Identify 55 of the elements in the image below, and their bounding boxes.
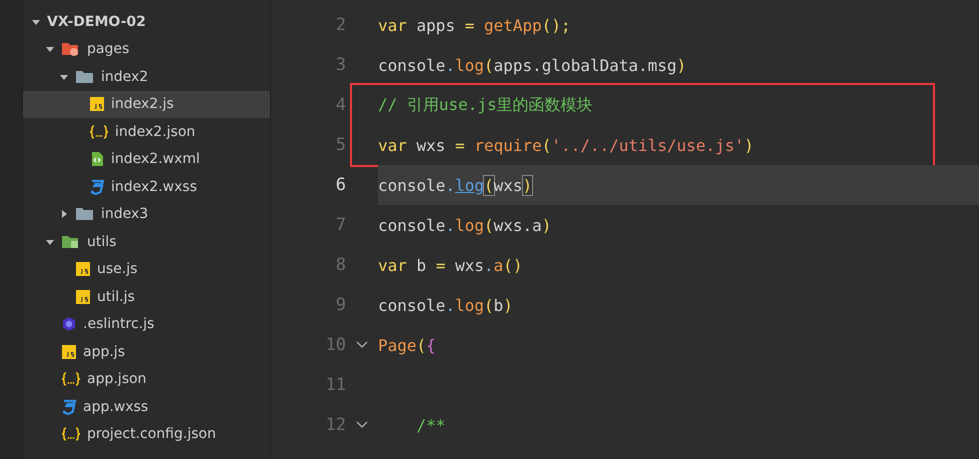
json-file-icon [61, 426, 81, 442]
js-file-icon [75, 261, 91, 278]
tree-item[interactable]: .eslintrc.js [23, 310, 270, 338]
tree-item[interactable]: utils [23, 228, 270, 256]
tree-item[interactable]: index2.wxml [23, 146, 270, 173]
line-number: 9 [334, 295, 346, 315]
tree-item[interactable]: project.config.json [23, 420, 270, 448]
tree-item[interactable]: app.wxss [23, 393, 270, 420]
line-number: 4 [334, 95, 346, 115]
folder-icon [61, 234, 81, 250]
json-file-icon [89, 124, 109, 140]
code-line: console.log(b) [378, 294, 514, 316]
code-line: // 引用use.js里的函数模块 [378, 94, 594, 116]
code-line: /** [416, 414, 446, 436]
line-number: 10 [324, 335, 346, 355]
js-file-icon [89, 96, 105, 112]
tree-item[interactable]: app.json [23, 366, 270, 393]
line-number: 3 [334, 55, 346, 75]
tree-item[interactable]: index2.js [23, 90, 270, 118]
tree-item[interactable]: util.js [23, 283, 270, 310]
line-number: 12 [324, 415, 346, 435]
css-file-icon [61, 398, 77, 415]
code-line: var wxs = require('../../utils/use.js') [378, 134, 755, 156]
fold-chevron-icon[interactable] [355, 420, 369, 430]
code-line: console.log(apps.globalData.msg) [378, 54, 688, 76]
line-number: 7 [334, 215, 346, 235]
code-line: console.log(wxs.a) [378, 214, 552, 236]
project-header[interactable]: VX-DEMO-02 [23, 8, 270, 36]
js-file-icon [75, 288, 91, 305]
caret-icon[interactable] [59, 209, 69, 220]
code-file-icon [89, 151, 105, 168]
fold-chevron-icon[interactable] [355, 340, 369, 350]
line-number: 11 [324, 375, 346, 395]
js-file-icon [61, 344, 77, 360]
line-number: 2 [334, 15, 346, 35]
caret-icon[interactable] [45, 44, 55, 54]
code-line: var apps = getApp(); [378, 14, 572, 36]
tree-item[interactable]: index2.wxss [23, 173, 270, 200]
hexagon-icon [61, 316, 77, 332]
tree-item[interactable]: index2.json [23, 118, 270, 146]
tree-item[interactable]: index2 [23, 63, 270, 90]
tree-item[interactable]: app.js [23, 338, 270, 366]
css-file-icon [89, 178, 105, 195]
folder-icon [75, 206, 95, 222]
code-line: var b = wxs.a() [378, 254, 524, 276]
line-number: 8 [334, 255, 346, 275]
tree-item[interactable]: index3 [23, 200, 270, 228]
folder-icon [61, 41, 81, 58]
line-number: 6 [334, 175, 346, 195]
tree-item[interactable]: pages [23, 36, 270, 63]
folder-icon [75, 68, 95, 85]
json-file-icon [61, 371, 81, 388]
code-line: Page({ [378, 334, 437, 356]
line-number: 5 [334, 135, 346, 155]
tree-item[interactable]: use.js [23, 256, 270, 283]
